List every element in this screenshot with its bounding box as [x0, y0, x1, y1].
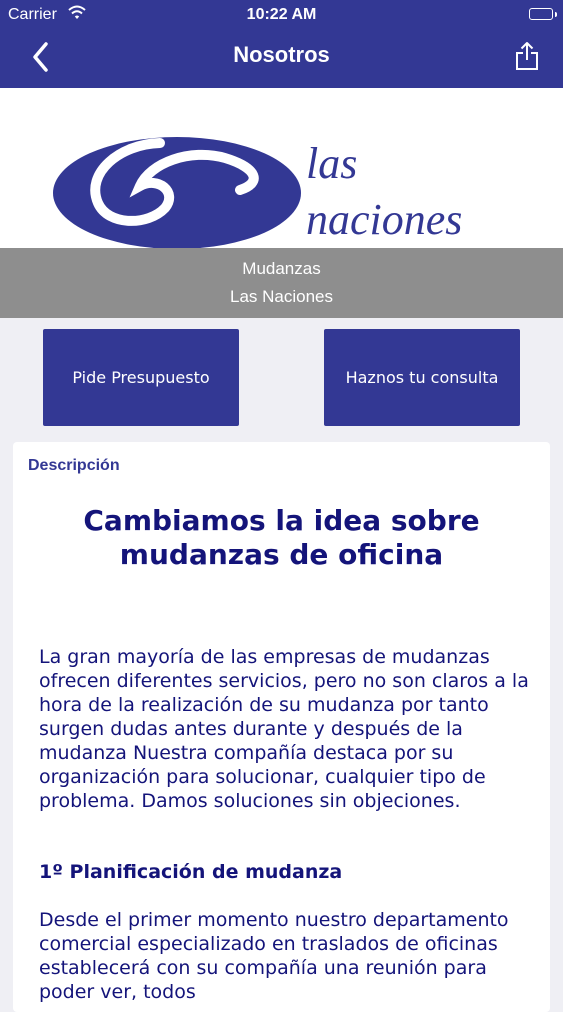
logo-text-naciones: naciones — [306, 195, 462, 244]
banner-line-2: Las Naciones — [229, 287, 333, 306]
headline-line-1: Cambiamos la idea sobre — [83, 504, 480, 537]
banner-line-1: Mudanzas — [242, 259, 321, 278]
page-title: Nosotros — [233, 42, 330, 67]
intro-paragraph: La gran mayoría de las empresas de mudan… — [39, 646, 529, 812]
section-title-planning: 1º Planificación de mudanza — [39, 861, 343, 883]
share-button[interactable] — [513, 40, 541, 72]
company-logo: las naciones — [0, 88, 563, 248]
battery-icon — [529, 8, 557, 20]
headline: Cambiamos la idea sobre mudanzas de ofic… — [23, 504, 540, 572]
navigation-header: Carrier 10:22 AM Nosotros — [0, 0, 563, 88]
request-quote-button[interactable]: Pide Presupuesto — [43, 329, 239, 426]
share-icon — [516, 42, 538, 70]
planning-paragraph: Desde el primer momento nuestro departam… — [39, 909, 509, 1003]
description-card: Descripción Cambiamos la idea sobre muda… — [13, 442, 550, 1012]
company-name-banner: Mudanzas Las Naciones — [0, 248, 563, 318]
status-bar: Carrier 10:22 AM — [0, 0, 563, 30]
contact-us-button[interactable]: Haznos tu consulta — [324, 329, 520, 426]
headline-line-2: mudanzas de oficina — [119, 538, 444, 571]
description-label: Descripción — [28, 457, 120, 474]
logo-text-las: las — [306, 139, 357, 188]
clock: 10:22 AM — [246, 6, 317, 23]
